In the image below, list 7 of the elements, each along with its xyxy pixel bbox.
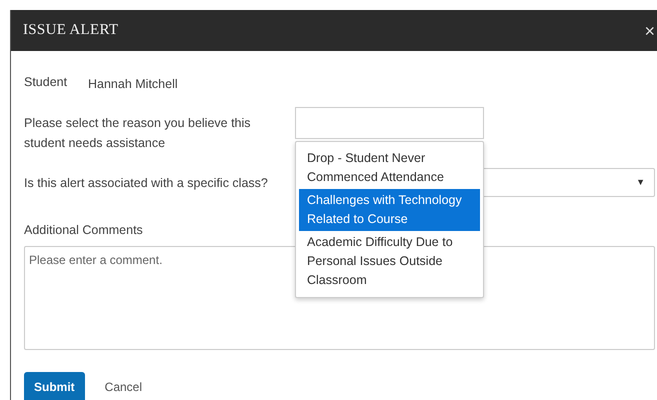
field-label: Is this alert associated with a specific class? <box>24 174 269 192</box>
field-label: Student <box>24 74 68 91</box>
student-name: Hannah Mitchell <box>88 76 178 93</box>
field-label: Please select the reason you believe this student needs assistance <box>24 115 252 152</box>
dialog-title: ISSUE ALERT <box>23 21 118 40</box>
caret-icon: ▼ <box>636 176 645 190</box>
field-label: Additional Comments <box>24 222 144 239</box>
